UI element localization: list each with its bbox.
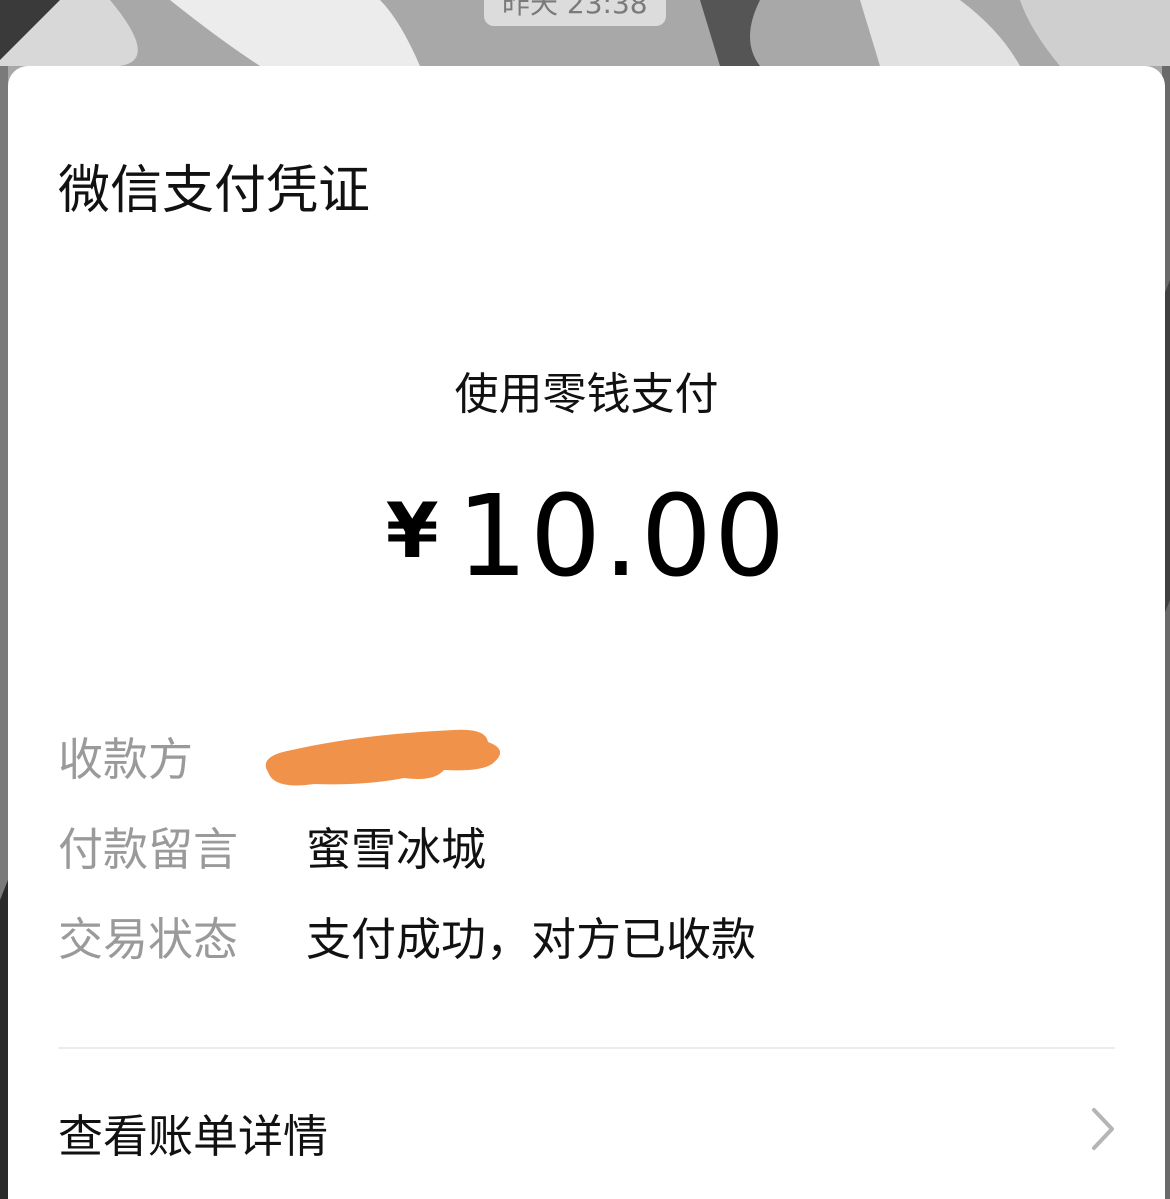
remark-label: 付款留言 — [58, 823, 239, 876]
receipt-title: 微信支付凭证 — [58, 161, 371, 221]
currency-symbol: ¥ — [385, 486, 439, 575]
amount-value: 10.00 — [456, 472, 788, 602]
detail-row-payee: 收款方 — [58, 729, 1118, 790]
payment-receipt-card: 微信支付凭证 使用零钱支付 ¥10.00 收款方 付款留言 蜜雪冰城 交易状态 … — [8, 66, 1165, 1199]
divider — [58, 1047, 1115, 1049]
payment-method: 使用零钱支付 — [454, 369, 719, 420]
view-bill-details-button[interactable]: 查看账单详情 — [58, 1090, 1118, 1170]
detail-row-status: 交易状态 支付成功，对方已收款 — [58, 910, 1118, 970]
remark-value: 蜜雪冰城 — [306, 823, 487, 876]
payment-amount: ¥10.00 — [8, 472, 1165, 602]
detail-row-remark: 付款留言 蜜雪冰城 — [58, 820, 1118, 880]
screen: 昨天 23:38 微信支付凭证 使用零钱支付 ¥10.00 收款方 付款留言 蜜… — [0, 0, 1170, 1199]
chat-timestamp: 昨天 23:38 — [484, 0, 666, 26]
view-bill-details-label: 查看账单详情 — [58, 1110, 329, 1163]
payee-redaction-scribble — [265, 729, 501, 786]
status-value: 支付成功，对方已收款 — [306, 913, 757, 966]
status-label: 交易状态 — [58, 913, 239, 966]
chevron-right-icon — [1092, 1108, 1114, 1150]
payee-label: 收款方 — [58, 733, 194, 786]
